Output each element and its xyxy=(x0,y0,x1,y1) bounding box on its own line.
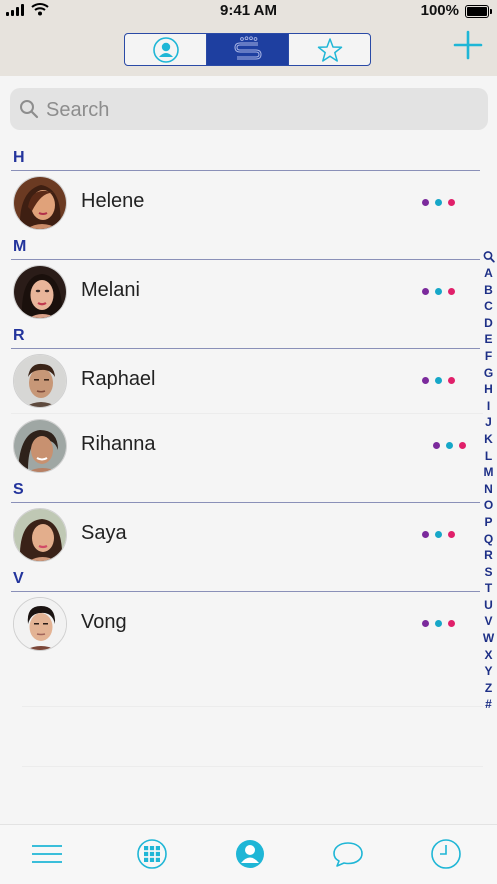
contacts-icon[interactable] xyxy=(233,837,267,871)
more-options-icon[interactable] xyxy=(422,375,462,387)
battery-icon xyxy=(465,5,492,18)
index-letter[interactable]: M xyxy=(480,464,497,481)
section-letter: V xyxy=(13,570,24,587)
index-letter[interactable]: K xyxy=(480,431,497,448)
index-letter[interactable]: H xyxy=(480,381,497,398)
tab-bar xyxy=(0,824,497,884)
section-header: R xyxy=(11,324,480,349)
index-letter[interactable]: U xyxy=(480,597,497,614)
section-letter: M xyxy=(13,238,27,255)
top-bar: 9:41 AM 100% xyxy=(0,0,497,76)
contact-name: Raphael xyxy=(81,368,156,390)
more-options-icon[interactable] xyxy=(422,618,462,630)
avatar xyxy=(13,419,67,473)
index-letter[interactable]: L xyxy=(480,448,497,465)
index-letter[interactable]: F xyxy=(480,348,497,365)
index-letter[interactable]: Y xyxy=(480,663,497,680)
index-letter[interactable]: J xyxy=(480,414,497,431)
avatar xyxy=(13,176,67,230)
index-letter[interactable]: B xyxy=(480,282,497,299)
contact-icon xyxy=(152,36,179,63)
section-letter: R xyxy=(13,327,25,344)
index-letter[interactable]: I xyxy=(480,398,497,415)
s-logo-icon xyxy=(233,35,262,59)
contact-name: Melani xyxy=(81,279,140,301)
divider xyxy=(22,766,483,767)
index-letter[interactable]: X xyxy=(480,647,497,664)
avatar xyxy=(13,508,67,562)
segment-contacts[interactable] xyxy=(125,34,206,65)
divider xyxy=(22,706,483,707)
contact-name: Vong xyxy=(81,611,127,633)
section-header: V xyxy=(11,567,480,592)
more-options-icon[interactable] xyxy=(422,286,462,298)
star-icon xyxy=(317,37,342,62)
contact-row[interactable]: Vong xyxy=(0,592,483,656)
search-icon xyxy=(20,100,39,119)
index-letter[interactable]: D xyxy=(480,315,497,332)
more-options-icon[interactable] xyxy=(433,440,473,452)
section-letter: H xyxy=(13,149,25,166)
index-letter[interactable]: E xyxy=(480,331,497,348)
index-letter[interactable]: R xyxy=(480,547,497,564)
contact-name: Helene xyxy=(81,190,145,212)
index-letter[interactable]: N xyxy=(480,481,497,498)
keypad-icon[interactable] xyxy=(135,837,169,871)
chat-icon[interactable] xyxy=(331,837,365,871)
search-icon[interactable] xyxy=(483,250,495,264)
index-letter[interactable]: # xyxy=(480,696,497,713)
search-input[interactable] xyxy=(44,88,478,132)
section-header: S xyxy=(11,478,480,503)
view-segmented-control xyxy=(124,33,371,66)
section-header: M xyxy=(11,235,480,260)
index-letter[interactable]: Q xyxy=(480,531,497,548)
clock-icon[interactable] xyxy=(429,837,463,871)
index-letter[interactable]: Z xyxy=(480,680,497,697)
index-letter[interactable]: P xyxy=(480,514,497,531)
contact-row[interactable]: Raphael xyxy=(0,349,483,413)
search-bar xyxy=(10,88,488,132)
avatar xyxy=(13,265,67,319)
index-letter[interactable]: S xyxy=(480,564,497,581)
status-bar: 9:41 AM 100% xyxy=(0,0,497,22)
contact-row[interactable]: Saya xyxy=(0,503,483,567)
contact-row[interactable]: Helene xyxy=(0,171,483,235)
more-options-icon[interactable] xyxy=(422,529,462,541)
index-letter[interactable]: A xyxy=(480,265,497,282)
avatar xyxy=(13,597,67,651)
segment-favorites[interactable] xyxy=(288,34,370,65)
index-letter[interactable]: W xyxy=(480,630,497,647)
contact-list: H Helene M Melani R Raphael Rihanna S Sa… xyxy=(0,146,483,656)
alphabet-index[interactable]: A B C D E F G H I J K L M N O P Q R S T U V W X Y Z # xyxy=(480,250,497,713)
contact-row[interactable]: Melani xyxy=(0,260,483,324)
avatar xyxy=(13,354,67,408)
contact-name: Saya xyxy=(81,522,127,544)
add-contact-button[interactable] xyxy=(451,28,485,62)
contact-row[interactable]: Rihanna xyxy=(11,413,483,478)
contact-name: Rihanna xyxy=(81,433,156,455)
index-letter[interactable]: O xyxy=(480,497,497,514)
menu-icon[interactable] xyxy=(30,837,64,871)
battery-percent: 100% xyxy=(420,2,459,19)
section-header: H xyxy=(11,146,480,171)
index-letter[interactable]: T xyxy=(480,580,497,597)
index-letter[interactable]: V xyxy=(480,613,497,630)
more-options-icon[interactable] xyxy=(422,197,462,209)
segment-s-app[interactable] xyxy=(206,34,288,65)
index-letter[interactable]: G xyxy=(480,365,497,382)
index-letter[interactable]: C xyxy=(480,298,497,315)
section-letter: S xyxy=(13,481,24,498)
